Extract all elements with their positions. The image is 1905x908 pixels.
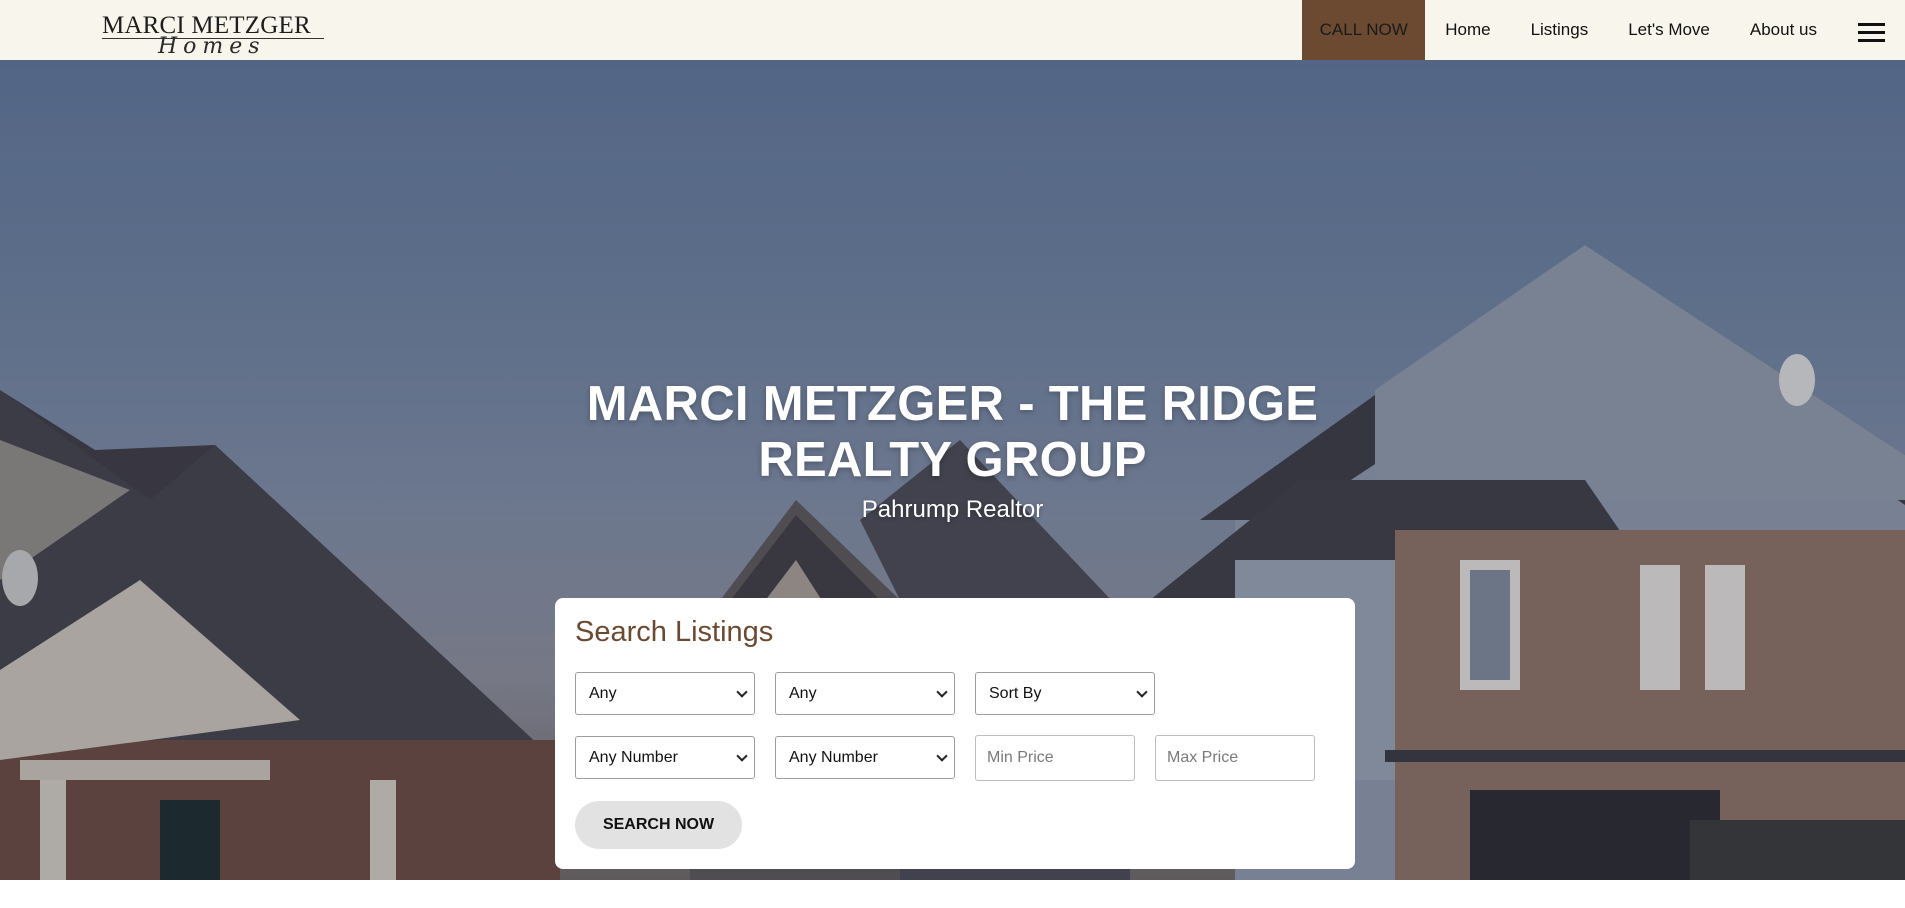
- nav-listings[interactable]: Listings: [1511, 0, 1609, 60]
- search-select-1-value: Any: [589, 684, 617, 702]
- call-now-button[interactable]: CALL NOW: [1302, 0, 1426, 60]
- chevron-down-icon: [936, 686, 948, 698]
- site-logo[interactable]: MARCI METZGER Homes: [102, 12, 326, 59]
- search-card-title: Search Listings: [575, 616, 774, 648]
- hamburger-menu-icon[interactable]: [1837, 0, 1905, 60]
- search-listings-card: Search Listings Any Any Sort By Any Numb…: [555, 598, 1355, 869]
- hero-subtitle: Pahrump Realtor: [861, 496, 1044, 523]
- min-price-input[interactable]: [975, 735, 1135, 781]
- hero-title: MARCI METZGER - THE RIDGE REALTY GROUP: [586, 377, 1319, 487]
- logo-script-text: Homes: [158, 34, 266, 59]
- search-select-2-value: Any: [789, 684, 817, 702]
- search-select-1[interactable]: Any: [575, 672, 755, 715]
- search-select-4-value: Any Number: [589, 748, 678, 766]
- max-price-input[interactable]: [1155, 735, 1315, 781]
- chevron-down-icon: [1136, 686, 1148, 698]
- search-select-5-value: Any Number: [789, 748, 878, 766]
- site-header: MARCI METZGER Homes CALL NOW Home Listin…: [0, 0, 1905, 60]
- search-now-button[interactable]: SEARCH NOW: [575, 801, 742, 849]
- nav-home[interactable]: Home: [1425, 0, 1510, 60]
- chevron-down-icon: [936, 750, 948, 762]
- search-select-4[interactable]: Any Number: [575, 736, 755, 779]
- nav-lets-move[interactable]: Let's Move: [1608, 0, 1730, 60]
- search-select-5[interactable]: Any Number: [775, 736, 955, 779]
- nav-about-us[interactable]: About us: [1730, 0, 1837, 60]
- chevron-down-icon: [736, 686, 748, 698]
- chevron-down-icon: [736, 750, 748, 762]
- sort-by-value: Sort By: [989, 684, 1042, 702]
- search-select-2[interactable]: Any: [775, 672, 955, 715]
- main-nav: CALL NOW Home Listings Let's Move About …: [1302, 0, 1905, 60]
- sort-by-select[interactable]: Sort By: [975, 672, 1155, 715]
